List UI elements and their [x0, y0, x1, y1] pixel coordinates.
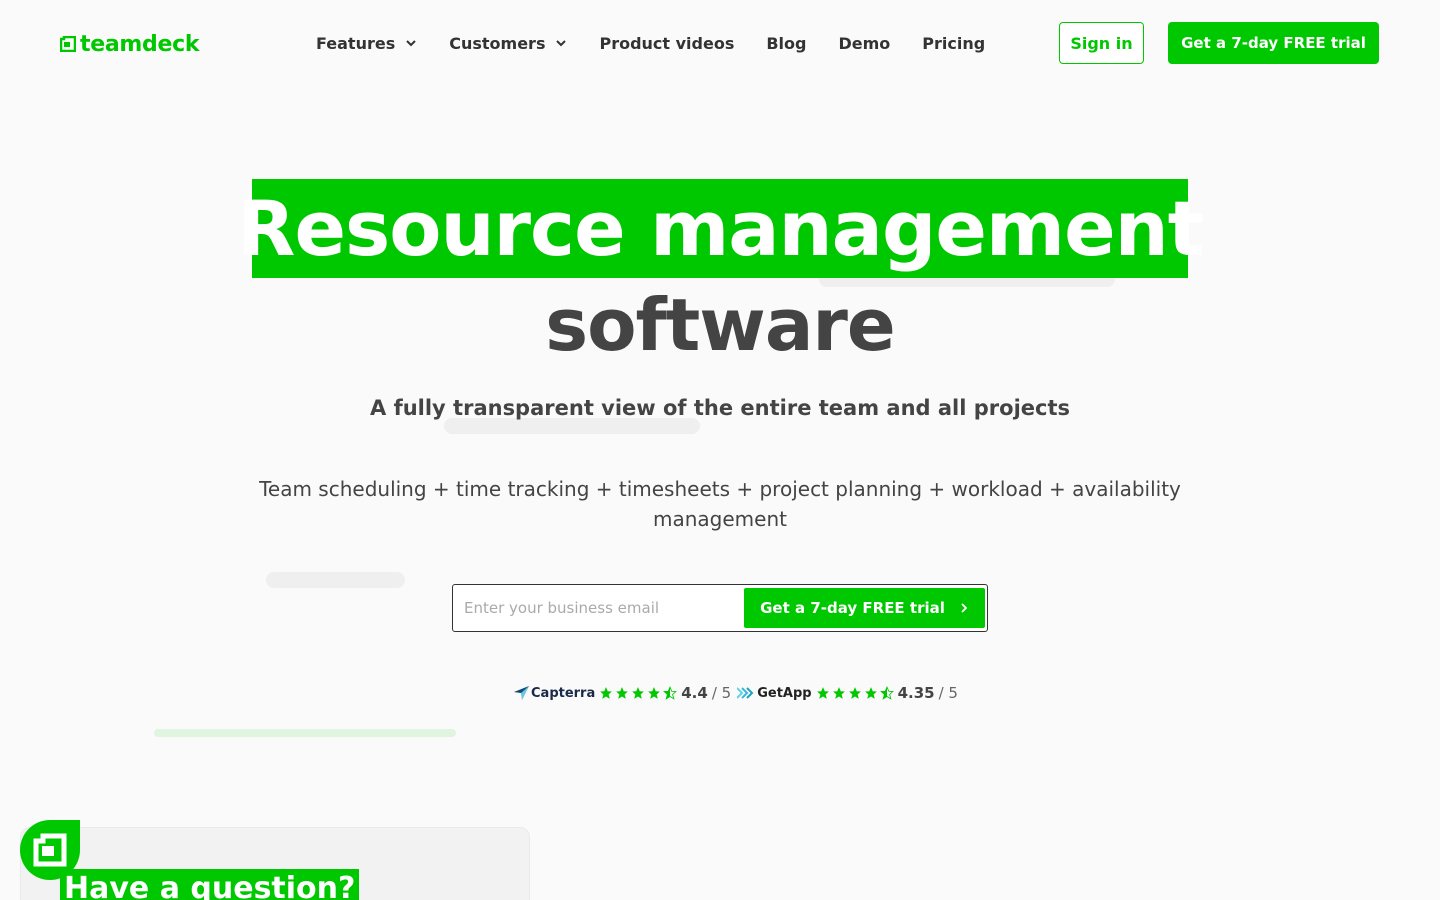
star-icon	[648, 687, 661, 699]
capterra-brand-label: Capterra	[531, 685, 596, 701]
site-header: teamdeck Features Customers Product vide…	[0, 0, 1440, 86]
getapp-out-of: / 5	[938, 684, 958, 702]
star-icon	[600, 687, 613, 699]
getapp-icon	[737, 687, 754, 699]
getapp-rating[interactable]: GetApp 4.35 / 5	[737, 684, 958, 702]
capterra-score: 4.4	[681, 684, 708, 702]
signup-trial-button[interactable]: Get a 7-day FREE trial	[744, 588, 985, 628]
teamdeck-logo-icon	[33, 833, 67, 867]
capterra-out-of: / 5	[711, 684, 732, 702]
decorative-placeholder	[444, 418, 700, 434]
nav-item-blog[interactable]: Blog	[766, 34, 806, 53]
star-icon	[816, 687, 829, 699]
capterra-icon	[514, 686, 529, 700]
capterra-stars	[599, 686, 678, 700]
business-email-input[interactable]	[464, 588, 744, 628]
teamdeck-logo-icon	[60, 36, 76, 52]
capterra-rating[interactable]: Capterra 4.4 / 5	[514, 684, 731, 702]
nav-item-product-videos[interactable]: Product videos	[599, 34, 734, 53]
signup-trial-label: Get a 7-day FREE trial	[760, 599, 945, 617]
ratings-bar: Capterra 4.4 / 5 GetApp 4.35 / 5	[514, 682, 958, 704]
star-icon	[848, 687, 861, 699]
chevron-right-icon	[961, 603, 968, 613]
header-trial-button[interactable]: Get a 7-day FREE trial	[1168, 22, 1379, 64]
logo-text: teamdeck	[80, 31, 200, 57]
hero-title-highlight: Resource management	[237, 179, 1204, 278]
nav-item-features[interactable]: Features	[316, 34, 417, 53]
decorative-placeholder	[266, 572, 405, 588]
nav-item-label: Blog	[766, 33, 807, 53]
sign-in-button[interactable]: Sign in	[1059, 22, 1144, 64]
nav-item-label: Product videos	[599, 33, 735, 53]
nav-item-pricing[interactable]: Pricing	[922, 34, 985, 53]
nav-item-demo[interactable]: Demo	[838, 34, 890, 53]
nav-item-label: Customers	[449, 33, 546, 53]
star-icon	[616, 687, 629, 699]
star-half-icon	[663, 686, 678, 700]
getapp-brand: GetApp	[737, 685, 812, 701]
hero-title-rest: software	[545, 283, 896, 367]
capterra-brand: Capterra	[514, 686, 595, 701]
signup-form: Get a 7-day FREE trial	[452, 584, 988, 632]
chevron-down-icon	[556, 40, 567, 47]
teamdeck-logo[interactable]: teamdeck	[60, 31, 199, 57]
hero-subtitle: A fully transparent view of the entire t…	[370, 396, 1070, 420]
getapp-stars	[816, 686, 894, 700]
getapp-score: 4.35	[897, 684, 935, 702]
star-icon	[864, 687, 877, 699]
nav-item-customers[interactable]: Customers	[449, 34, 567, 53]
chat-widget-title: Have a question?	[60, 869, 360, 900]
chevron-down-icon	[406, 40, 416, 47]
main-nav: Features Customers Product videos Blog D…	[316, 30, 1017, 56]
decorative-placeholder	[154, 729, 456, 737]
nav-item-label: Pricing	[922, 33, 986, 53]
nav-item-label: Demo	[838, 33, 891, 53]
hero-description: Team scheduling + time tracking + timesh…	[259, 477, 1181, 531]
nav-item-label: Features	[316, 33, 396, 53]
star-icon	[832, 687, 845, 699]
star-icon	[632, 687, 645, 699]
getapp-brand-label: GetApp	[757, 685, 812, 701]
star-half-icon	[879, 686, 894, 700]
